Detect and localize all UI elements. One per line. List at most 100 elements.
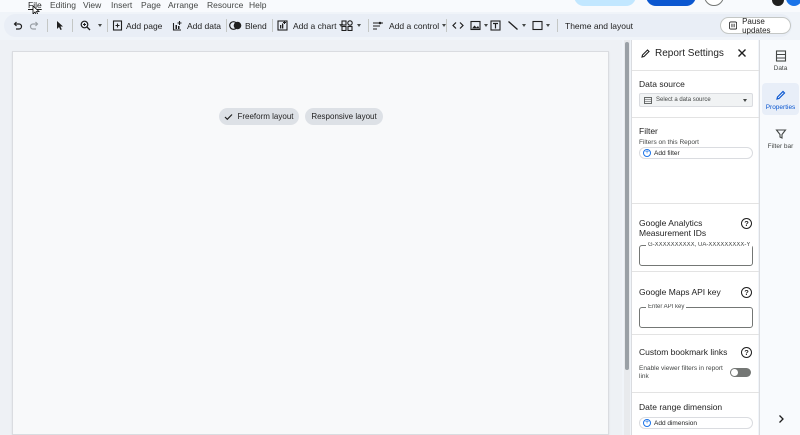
community-viz-button[interactable]: [341, 14, 361, 37]
line-button[interactable]: [507, 14, 526, 37]
maps-label: Google Maps API key: [639, 287, 721, 297]
zoom-button[interactable]: [80, 14, 102, 37]
embed-code-button[interactable]: [452, 14, 464, 37]
freeform-layout-label: Freeform layout: [237, 112, 294, 121]
help-icon[interactable]: ?: [741, 218, 752, 229]
add-filter-label: Add filter: [654, 149, 680, 157]
help-icon[interactable]: ?: [741, 287, 752, 298]
top-light-button[interactable]: [574, 0, 636, 6]
toolbar-divider: [272, 19, 273, 32]
add-page-icon: [112, 20, 123, 31]
filter-section: Filter Filters on this Report + Add filt…: [632, 117, 759, 203]
text-box-button[interactable]: [490, 14, 501, 37]
rail-data-label: Data: [773, 65, 788, 72]
add-data-label: Add data: [187, 20, 222, 31]
responsive-layout-label: Responsive layout: [311, 112, 377, 121]
viewer-filters-toggle[interactable]: [730, 368, 751, 377]
menu-editing[interactable]: Editing: [50, 0, 76, 11]
google-analytics-section: Google Analytics Measurement IDs ? G-XXX…: [632, 203, 759, 271]
add-data-button[interactable]: Add data: [172, 14, 221, 37]
data-source-placeholder: Select a data source: [656, 97, 711, 103]
canvas-scrollbar[interactable]: [624, 40, 630, 435]
menu-view[interactable]: View: [83, 0, 101, 11]
toolbar-divider: [557, 19, 558, 32]
ga-placeholder: G-XXXXXXXXXX, UA-XXXXXXXXX-Y: [646, 242, 752, 248]
theme-layout-button[interactable]: Theme and layout: [565, 14, 633, 37]
menu-resource[interactable]: Resource: [207, 0, 243, 11]
rail-item-properties[interactable]: Properties: [762, 83, 799, 115]
rail-filter-bar-label: Filter bar: [767, 143, 794, 150]
image-button[interactable]: [470, 14, 488, 37]
pencil-icon: [775, 90, 785, 100]
toolbar-divider: [368, 19, 369, 32]
image-icon: [470, 20, 481, 31]
scrollbar-thumb[interactable]: [625, 42, 629, 370]
maps-api-key-field[interactable]: Enter API key: [639, 304, 753, 328]
bookmark-toggle-label-line1: Enable viewer filters in report: [639, 365, 723, 372]
date-range-label: Date range dimension: [639, 402, 723, 412]
table-icon: [644, 96, 652, 104]
plus-icon: +: [643, 419, 651, 427]
add-dimension-button[interactable]: + Add dimension: [639, 417, 753, 429]
pause-icon: [729, 21, 738, 30]
rail-item-data[interactable]: Data: [762, 44, 799, 76]
pencil-icon: [641, 49, 650, 58]
community-visualization-icon: [341, 20, 353, 31]
report-page[interactable]: Freeform layout Responsive layout: [12, 51, 609, 435]
control-icon: [373, 21, 383, 30]
toolbar-divider: [107, 19, 108, 32]
panel-title: Report Settings: [655, 48, 724, 59]
add-control-label: Add a control: [389, 20, 440, 31]
add-chart-button[interactable]: Add a chart: [277, 14, 344, 37]
top-share-button[interactable]: [646, 0, 696, 6]
chevron-down-icon: [357, 24, 361, 27]
freeform-layout-chip[interactable]: Freeform layout: [219, 108, 299, 125]
maps-placeholder: Enter API key: [646, 304, 687, 310]
bookmark-toggle-label-line2: link: [639, 373, 649, 380]
ga-measurement-id-field[interactable]: G-XXXXXXXXXX, UA-XXXXXXXXX-Y: [639, 242, 753, 266]
blend-button[interactable]: Blend: [229, 14, 267, 37]
ga-label-line2: Measurement IDs: [639, 228, 707, 238]
zoom-icon: [80, 20, 91, 31]
add-page-label: Add page: [126, 20, 163, 31]
close-icon[interactable]: [736, 47, 748, 59]
add-page-button[interactable]: Add page: [112, 14, 162, 37]
help-icon[interactable]: ?: [741, 347, 752, 358]
chevron-down-icon: [98, 24, 102, 27]
report-settings-panel: Report Settings Data source Select a dat…: [631, 40, 759, 435]
shape-button[interactable]: [532, 14, 550, 37]
pause-updates-button[interactable]: Pause updates: [720, 17, 791, 35]
chevron-down-icon: [522, 24, 526, 27]
menu-page[interactable]: Page: [141, 0, 161, 11]
data-source-label: Data source: [639, 79, 685, 89]
responsive-layout-chip[interactable]: Responsive layout: [305, 108, 383, 125]
code-icon: [452, 22, 464, 29]
chevron-right-icon[interactable]: [777, 414, 785, 424]
top-outline-button[interactable]: [704, 0, 724, 6]
rail-item-filter-bar[interactable]: Filter bar: [762, 122, 799, 154]
filter-label: Filter: [639, 126, 658, 136]
redo-icon: [29, 21, 39, 30]
add-control-button[interactable]: Add a control: [372, 14, 447, 37]
select-tool-button[interactable]: [55, 14, 65, 37]
menu-insert[interactable]: Insert: [111, 0, 132, 11]
avatar[interactable]: [786, 0, 800, 6]
undo-button[interactable]: [12, 14, 23, 37]
data-source-select[interactable]: Select a data source: [639, 93, 753, 107]
redo-button[interactable]: [29, 14, 40, 37]
menu-arrange[interactable]: Arrange: [168, 0, 198, 11]
filter-icon: [774, 129, 787, 139]
toolbar: Add page Add data Blend Add a chart Add …: [4, 14, 792, 37]
add-dimension-label: Add dimension: [654, 419, 697, 427]
top-icon[interactable]: [772, 0, 784, 6]
chevron-down-icon: [743, 99, 747, 102]
data-icon: [775, 50, 786, 62]
check-icon: [225, 113, 233, 120]
menu-help[interactable]: Help: [249, 0, 266, 11]
pointer-icon: [57, 21, 63, 30]
bookmark-label: Custom bookmark links: [639, 347, 728, 357]
plus-icon: +: [643, 149, 651, 157]
blend-icon: [229, 21, 242, 30]
add-filter-button[interactable]: + Add filter: [639, 147, 753, 159]
rectangle-icon: [532, 20, 543, 31]
